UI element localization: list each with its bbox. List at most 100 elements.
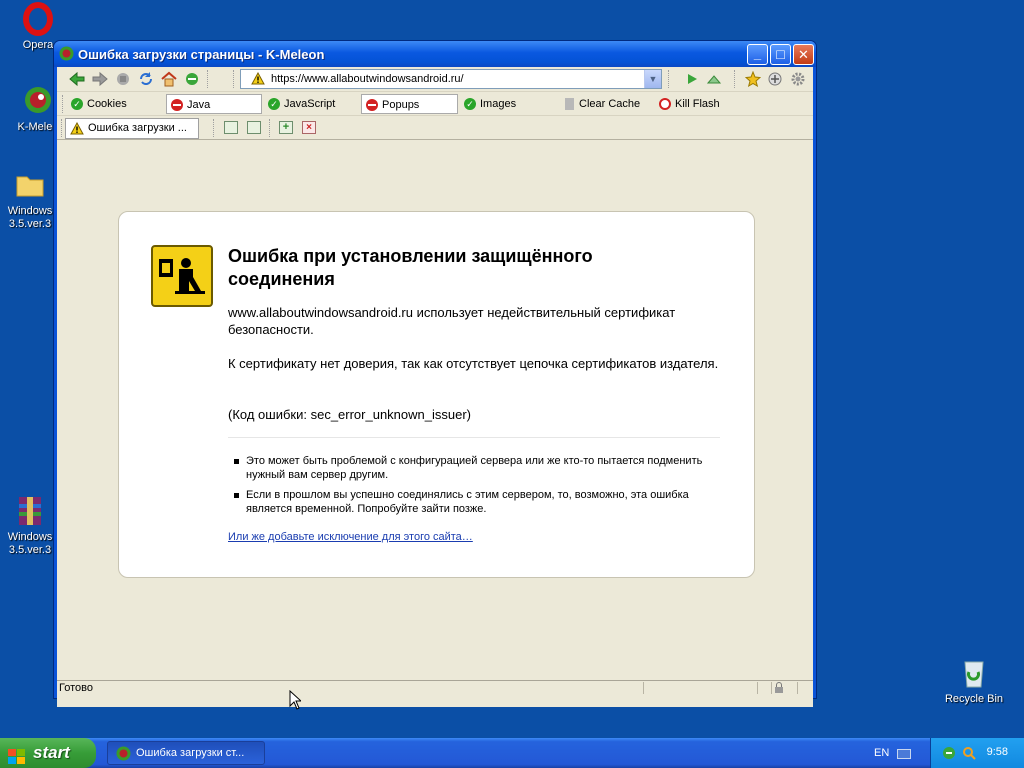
trash-icon <box>565 98 574 110</box>
back-icon[interactable] <box>69 71 85 87</box>
java-toggle[interactable]: Java <box>166 94 262 114</box>
toolbar-separator <box>213 119 214 137</box>
kmeleon-icon <box>21 84 55 118</box>
error-description: www.allaboutwindowsandroid.ru использует… <box>228 305 676 337</box>
feed-icon[interactable] <box>184 71 200 87</box>
error-title: Ошибка при установлении защищённого соед… <box>228 246 593 289</box>
check-icon: ✓ <box>464 98 476 110</box>
navigation-toolbar: ▼ <box>57 67 813 92</box>
list-item: Это может быть проблемой с конфигурацией… <box>234 454 704 482</box>
toolbar-separator <box>668 70 669 88</box>
clear-cache-button[interactable]: Clear Cache <box>559 94 653 114</box>
toolbar-separator <box>734 70 735 88</box>
mouse-cursor-icon <box>289 689 303 710</box>
zoom-icon[interactable] <box>767 71 783 87</box>
window-titlebar[interactable]: Ошибка загрузки страницы - K-Meleon _ □ … <box>54 41 816 67</box>
language-indicator[interactable]: EN <box>874 747 889 759</box>
desktop-icon-recycle-bin[interactable]: Recycle Bin <box>936 656 1012 706</box>
kmeleon-icon <box>59 46 74 61</box>
toolbar-separator <box>62 95 63 113</box>
list-item: Если в прошлом вы успешно соединялись с … <box>234 488 704 516</box>
error-code: (Код ошибки: sec_error_unknown_issuer) <box>228 407 471 422</box>
go-icon[interactable] <box>684 71 700 87</box>
bookmark-star-icon[interactable] <box>744 70 762 88</box>
check-icon: ✓ <box>71 98 83 110</box>
desktop-icon-label: Windows 3.5.ver.3 <box>7 205 53 230</box>
clock[interactable]: 9:58 <box>987 746 1008 758</box>
maximize-button[interactable]: □ <box>770 44 791 65</box>
url-dropdown-button[interactable]: ▼ <box>644 70 661 88</box>
status-text: Готово <box>59 682 93 694</box>
bookmarks-toolbar: ✓ Cookies Java ✓ JavaScript Popups ✓ Ima… <box>57 92 813 116</box>
popups-toggle[interactable]: Popups <box>361 94 458 114</box>
windows-logo-icon <box>8 745 26 764</box>
blocked-icon <box>366 99 378 111</box>
desktop-icon-label: Opera <box>22 39 54 51</box>
address-bar[interactable]: ▼ <box>240 69 662 89</box>
java-label: Java <box>187 99 211 111</box>
gear-icon[interactable] <box>790 71 806 87</box>
add-exception-link[interactable]: Или же добавьте исключение для этого сай… <box>228 531 473 543</box>
up-icon[interactable] <box>706 71 722 87</box>
toolbar-separator <box>207 70 208 88</box>
toolbar-separator <box>269 119 270 137</box>
toolbar-separator <box>233 70 234 88</box>
close-button[interactable]: ✕ <box>793 44 814 65</box>
images-toggle[interactable]: ✓ Images <box>460 94 555 114</box>
error-reason: К сертификату нет доверия, так как отсут… <box>228 356 719 371</box>
desktop-icon-label: Recycle Bin <box>944 693 1004 705</box>
forward-icon[interactable] <box>92 71 108 87</box>
tab-toolbar: Ошибка загрузки ... + × <box>57 116 813 140</box>
system-tray: 9:58 <box>930 738 1024 768</box>
kill-flash-label: Kill Flash <box>675 98 720 110</box>
taskbar-item-label: Ошибка загрузки ст... <box>136 747 245 759</box>
stop-icon[interactable] <box>115 71 131 87</box>
keyboard-icon[interactable] <box>897 749 911 759</box>
security-lock-icon[interactable] <box>771 682 787 694</box>
reload-icon[interactable] <box>138 71 154 87</box>
status-bar: Готово <box>57 680 813 695</box>
network-icon[interactable] <box>941 745 957 764</box>
start-button[interactable]: start <box>0 738 96 768</box>
javascript-label: JavaScript <box>284 98 336 110</box>
popups-label: Popups <box>382 99 420 111</box>
desktop-icon-label: Windows 3.5.ver.3 <box>7 531 53 556</box>
kmeleon-icon <box>116 746 131 761</box>
page-content: Ошибка при установлении защищённого соед… <box>57 141 813 707</box>
blocked-icon <box>171 99 183 111</box>
tab-label: Ошибка загрузки ... <box>88 122 187 134</box>
warning-icon <box>70 121 84 138</box>
cookies-label: Cookies <box>87 98 127 110</box>
taskbar: start Ошибка загрузки ст... EN 9:58 <box>0 738 1024 768</box>
recycle-bin-icon <box>957 656 991 690</box>
toolbar-separator <box>61 119 62 137</box>
home-icon[interactable] <box>161 71 177 87</box>
winrar-archive-icon <box>13 494 47 528</box>
minimize-button[interactable]: _ <box>747 44 768 65</box>
chevron-down-icon: ▼ <box>648 74 658 84</box>
check-icon: ✓ <box>268 98 280 110</box>
tab-prev-icon[interactable] <box>224 121 238 134</box>
clear-cache-label: Clear Cache <box>579 98 641 110</box>
security-officer-icon <box>151 245 213 307</box>
warning-icon <box>251 71 265 88</box>
close-tab-icon[interactable]: × <box>302 121 316 134</box>
new-tab-icon[interactable]: + <box>279 121 293 134</box>
resize-grip-icon[interactable] <box>797 682 813 694</box>
search-icon[interactable] <box>961 745 977 764</box>
taskbar-item-browser[interactable]: Ошибка загрузки ст... <box>107 741 265 765</box>
status-pane <box>757 682 758 694</box>
kill-flash-button[interactable]: Kill Flash <box>655 94 745 114</box>
cookies-toggle[interactable]: ✓ Cookies <box>67 94 162 114</box>
folder-icon <box>13 168 47 202</box>
error-card: Ошибка при установлении защищённого соед… <box>118 211 755 578</box>
tab-next-icon[interactable] <box>247 121 261 134</box>
opera-icon <box>21 2 55 36</box>
javascript-toggle[interactable]: ✓ JavaScript <box>264 94 359 114</box>
no-flash-icon <box>659 98 671 110</box>
window-client: ▼ ✓ Cook <box>57 67 813 707</box>
start-label: start <box>33 743 70 762</box>
tab-active[interactable]: Ошибка загрузки ... <box>65 118 199 139</box>
window-title: Ошибка загрузки страницы - K-Meleon <box>78 47 325 62</box>
url-input[interactable] <box>271 72 631 86</box>
